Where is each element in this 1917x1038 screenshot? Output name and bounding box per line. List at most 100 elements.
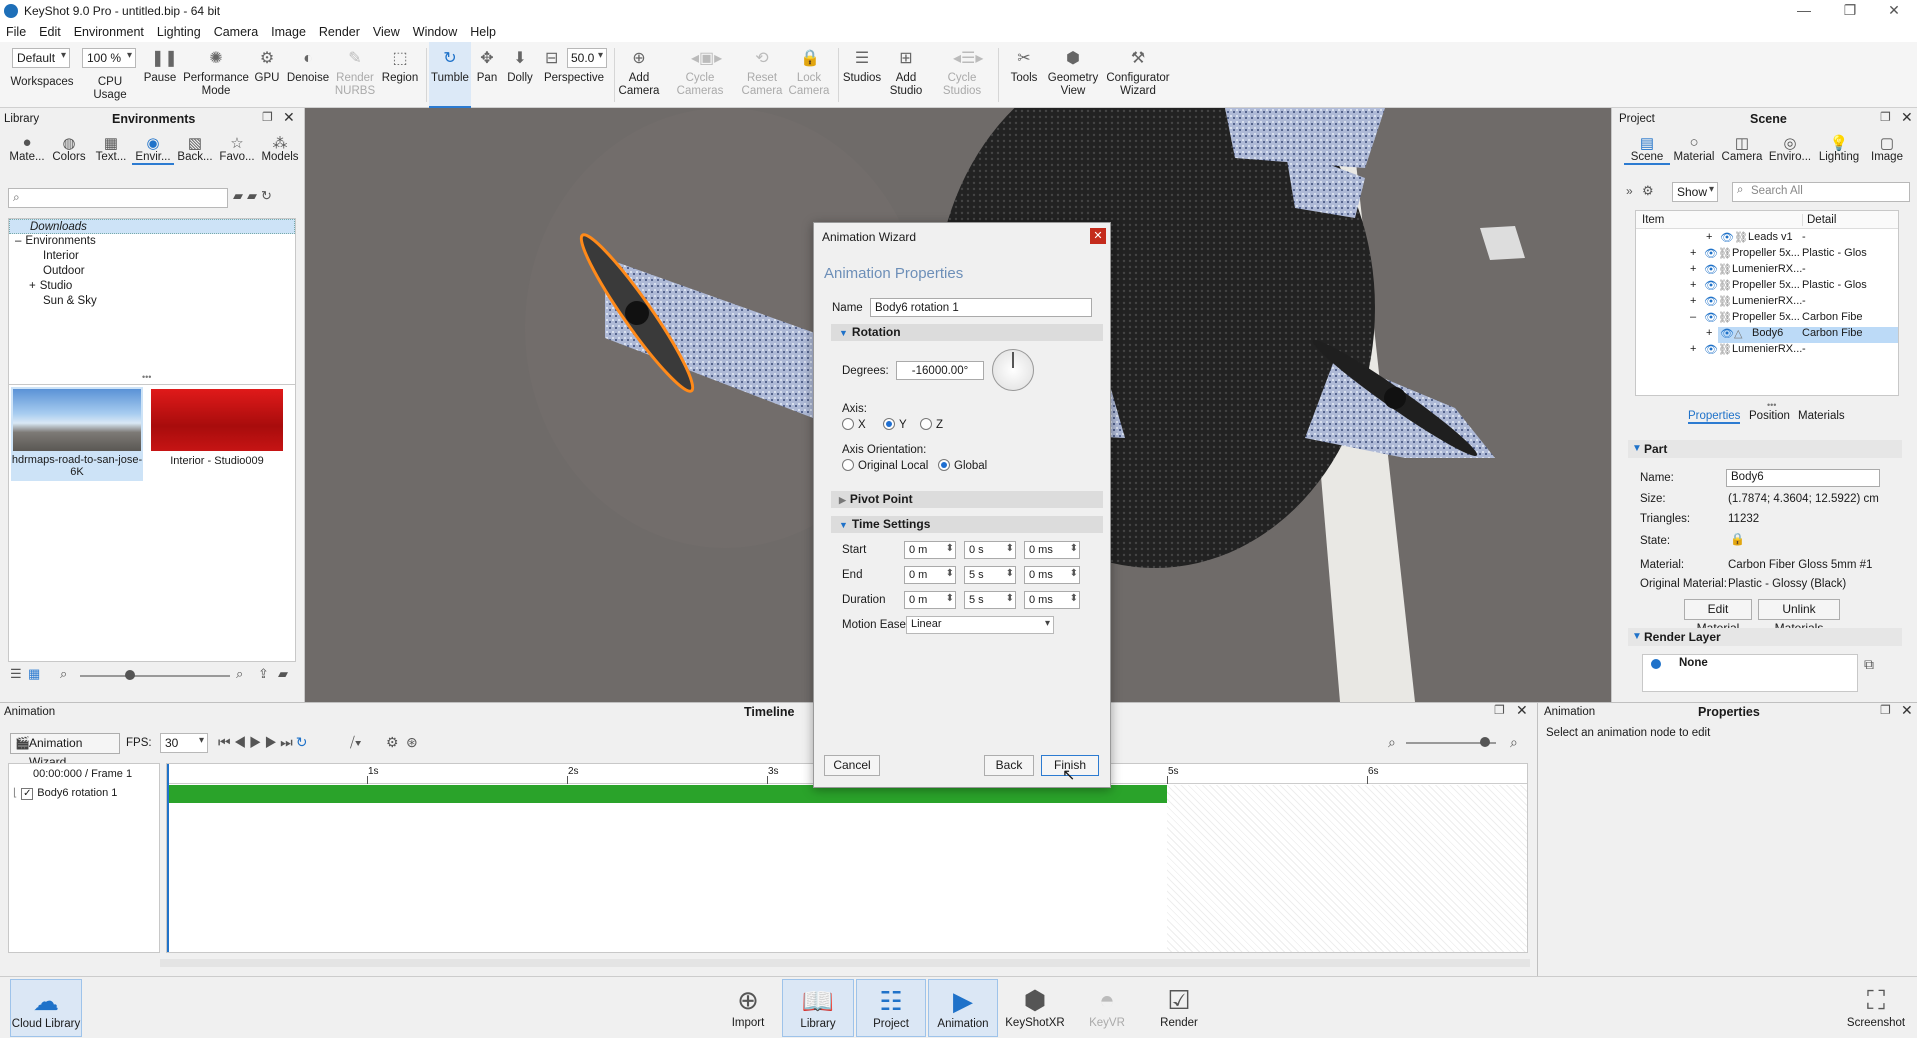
keyshotxr-button[interactable]: ⬢ KeyShotXR bbox=[1000, 979, 1070, 1037]
float-panel-icon[interactable]: ❐ bbox=[1880, 110, 1891, 124]
menu-lighting[interactable]: Lighting bbox=[157, 25, 201, 39]
list-view-icon[interactable]: ☰ bbox=[10, 666, 22, 682]
tab-textures[interactable]: ▦ Text... bbox=[90, 134, 132, 165]
tab-scene[interactable]: ▤ Scene bbox=[1624, 134, 1670, 165]
menu-file[interactable]: File bbox=[6, 25, 26, 39]
render-layer-section-header[interactable]: ▼ Render Layer bbox=[1628, 628, 1902, 646]
library-search-input[interactable]: ⌕ bbox=[8, 188, 228, 208]
close-panel-icon[interactable]: ✕ bbox=[283, 109, 295, 126]
duration-ms-input[interactable]: 0 ms bbox=[1024, 591, 1080, 609]
duration-seconds-input[interactable]: 5 s bbox=[964, 591, 1016, 609]
record-icon[interactable]: ⊛ bbox=[406, 734, 418, 751]
scene-tools-icon[interactable]: ⚙ bbox=[1642, 183, 1654, 199]
part-section-header[interactable]: ▼ Part bbox=[1628, 440, 1902, 458]
scene-row[interactable]: + 👁 ⛓ Propeller 5x... Plastic - Glos bbox=[1636, 247, 1898, 263]
tab-camera[interactable]: ◫ Camera bbox=[1718, 134, 1766, 165]
tree-item-environments[interactable]: – Environments bbox=[9, 234, 295, 249]
lock-camera-button[interactable]: 🔒 Lock Camera bbox=[786, 42, 832, 108]
subtab-materials[interactable]: Materials bbox=[1798, 410, 1845, 422]
animation-name-input[interactable]: Body6 rotation 1 bbox=[870, 298, 1092, 317]
track-checkbox[interactable]: ✓ bbox=[21, 788, 34, 800]
step-back-icon[interactable]: ◀ bbox=[234, 734, 250, 750]
duration-minutes-input[interactable]: 0 m bbox=[904, 591, 956, 609]
start-seconds-input[interactable]: 0 s bbox=[964, 541, 1016, 559]
start-minutes-input[interactable]: 0 m bbox=[904, 541, 956, 559]
visibility-eye-icon[interactable]: 👁 bbox=[1704, 295, 1718, 308]
playhead[interactable] bbox=[167, 764, 169, 952]
reset-camera-button[interactable]: ⟲ Reset Camera bbox=[738, 42, 786, 108]
workspace-select[interactable]: Default bbox=[12, 48, 70, 68]
menu-render[interactable]: Render bbox=[319, 25, 360, 39]
axis-x-radio[interactable]: X bbox=[842, 418, 866, 431]
thumb-interior-studio009[interactable]: Interior - Studio009 bbox=[149, 387, 285, 481]
splitter-grip[interactable]: ••• bbox=[142, 372, 151, 382]
float-panel-icon[interactable]: ❐ bbox=[1494, 703, 1505, 717]
expand-icon[interactable]: + bbox=[1690, 247, 1696, 259]
tree-item-outdoor[interactable]: Outdoor bbox=[9, 264, 295, 279]
minimize-icon[interactable]: — bbox=[1781, 0, 1827, 22]
expand-icon[interactable]: + bbox=[1706, 327, 1712, 339]
pan-button[interactable]: ✥ Pan bbox=[472, 42, 502, 108]
studios-button[interactable]: ☰ Studios bbox=[840, 42, 884, 108]
subtab-properties[interactable]: Properties bbox=[1688, 410, 1741, 424]
render-button[interactable]: ☑ Render bbox=[1144, 979, 1214, 1037]
animation-button[interactable]: ▶ Animation bbox=[928, 979, 998, 1037]
configurator-wizard-button[interactable]: ⚒ Configurator Wizard bbox=[1104, 42, 1172, 108]
edit-material-button[interactable]: Edit Material bbox=[1684, 599, 1752, 635]
menu-view[interactable]: View bbox=[373, 25, 400, 39]
add-studio-button[interactable]: ⊞ Add Studio bbox=[884, 42, 928, 108]
thumb-hdrmaps[interactable]: hdrmaps-road-to-san-jose-6K bbox=[11, 387, 143, 481]
animation-wizard-button[interactable]: 🎬 Animation Wizard bbox=[10, 733, 120, 769]
float-panel-icon[interactable]: ❐ bbox=[1880, 703, 1891, 717]
cpu-usage-button[interactable]: CPU Usage bbox=[80, 76, 140, 101]
unlink-materials-button[interactable]: Unlink Materials bbox=[1758, 599, 1840, 635]
visibility-eye-icon[interactable]: 👁 bbox=[1704, 279, 1718, 292]
geometry-view-button[interactable]: ⬢ Geometry View bbox=[1044, 42, 1102, 108]
original-local-radio[interactable]: Original Local bbox=[842, 459, 928, 472]
cycle-cameras-button[interactable]: ◂▣▸ Cycle Cameras bbox=[670, 42, 730, 108]
step-forward-icon[interactable]: ▶ bbox=[265, 734, 281, 750]
show-filter-select[interactable]: Show bbox=[1672, 182, 1718, 202]
play-icon[interactable]: ▶ bbox=[249, 734, 265, 750]
tools-button[interactable]: ✂ Tools bbox=[1004, 42, 1044, 108]
grid-view-icon[interactable]: ▦ bbox=[28, 666, 40, 682]
folder-add-icon[interactable]: ▰ bbox=[247, 188, 261, 203]
menu-environment[interactable]: Environment bbox=[74, 25, 144, 39]
tab-backplates[interactable]: ▧ Back... bbox=[174, 134, 216, 165]
tree-item-studio[interactable]: + Studio bbox=[9, 279, 295, 294]
expand-icon[interactable]: + bbox=[1690, 263, 1696, 275]
global-radio[interactable]: Global bbox=[938, 459, 987, 472]
scene-row[interactable]: + 👁 ⛓ LumenierRX... - bbox=[1636, 343, 1898, 359]
tumble-button[interactable]: ↻ Tumble bbox=[429, 42, 471, 108]
keyframe-tools-icon[interactable]: ⧸▾ bbox=[350, 734, 362, 751]
tab-models[interactable]: ⁂ Models bbox=[258, 134, 302, 165]
end-seconds-input[interactable]: 5 s bbox=[964, 566, 1016, 584]
project-button[interactable]: ☷ Project bbox=[856, 979, 926, 1037]
close-window-icon[interactable]: ✕ bbox=[1871, 0, 1917, 22]
loop-icon[interactable]: ↻ bbox=[296, 734, 311, 750]
timeline-scrollbar[interactable] bbox=[160, 959, 1530, 967]
render-layer-value[interactable]: None bbox=[1679, 657, 1708, 669]
splitter-grip[interactable]: ••• bbox=[1767, 400, 1776, 410]
motion-ease-select[interactable]: Linear bbox=[906, 616, 1054, 634]
scene-row-selected[interactable]: + 👁 △ Body6 Carbon Fibe bbox=[1636, 327, 1898, 343]
zoom-in-icon[interactable]: ⌕ bbox=[236, 666, 243, 682]
axis-y-radio[interactable]: Y bbox=[883, 418, 907, 431]
visibility-eye-icon[interactable]: 👁 bbox=[1704, 263, 1718, 276]
region-button[interactable]: ⬚ Region bbox=[378, 42, 422, 108]
scene-search-input[interactable]: ⌕ Search All bbox=[1732, 182, 1910, 202]
axis-z-radio[interactable]: Z bbox=[920, 418, 943, 431]
cpu-usage-select[interactable]: 100 % bbox=[82, 48, 136, 68]
fps-select[interactable]: 30 bbox=[160, 733, 208, 753]
zoom-out-icon[interactable]: ⌕ bbox=[1388, 734, 1396, 751]
scene-row[interactable]: + 👁 ⛓ LumenierRX... - bbox=[1636, 295, 1898, 311]
layers-icon[interactable]: ⧉ bbox=[1864, 656, 1874, 673]
tab-colors[interactable]: ◍ Colors bbox=[48, 134, 90, 165]
performance-mode-button[interactable]: ✺ Performance Mode bbox=[180, 42, 252, 108]
back-button[interactable]: Back bbox=[984, 755, 1034, 776]
dialog-close-button[interactable]: ✕ bbox=[1090, 228, 1106, 244]
tab-material[interactable]: ○ Material bbox=[1670, 134, 1718, 165]
import-button[interactable]: ⊕ Import bbox=[722, 979, 774, 1037]
subtab-position[interactable]: Position bbox=[1749, 410, 1790, 422]
visibility-eye-icon[interactable]: 👁 bbox=[1720, 231, 1734, 244]
